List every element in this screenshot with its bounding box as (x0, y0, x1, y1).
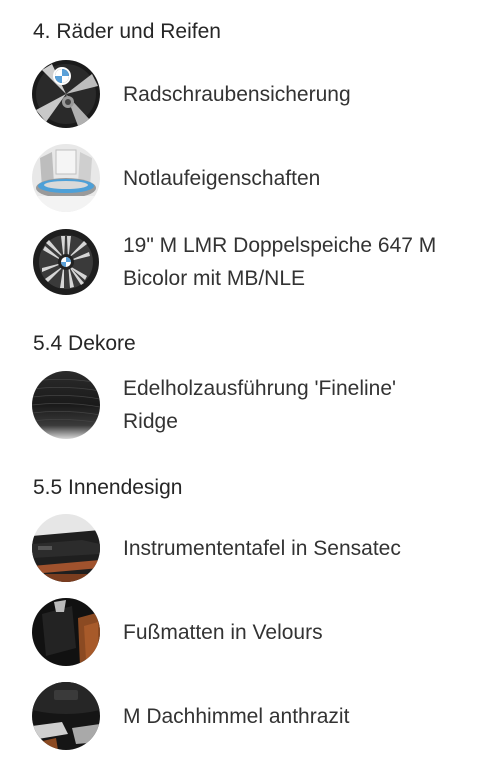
list-item-alloy-wheel: 19" M LMR Doppelspeiche 647 M Bicolor mi… (32, 228, 476, 296)
section-title-wheels: 4. Räder und Reifen (33, 20, 221, 43)
item-label: Notlaufeigenschaften (123, 166, 321, 190)
floor-mat-icon (32, 598, 100, 666)
item-label: 19" M LMR Doppelspeiche 647 M Bicolor mi… (123, 234, 437, 290)
wheel-lock-icon (32, 60, 100, 128)
list-item-headliner: M Dachhimmel anthrazit (32, 682, 476, 750)
item-label: M Dachhimmel anthrazit (123, 704, 350, 728)
list-item-wood-trim: Edelholzausführung 'Fineline' Ridge (32, 371, 476, 439)
item-label: Fußmatten in Velours (123, 620, 323, 644)
dashboard-icon (32, 514, 100, 582)
alloy-wheel-icon (32, 228, 100, 296)
wood-trim-icon (32, 371, 100, 439)
item-label: Radschraubensicherung (123, 82, 351, 106)
headliner-icon (32, 682, 100, 750)
list-item-floor-mats: Fußmatten in Velours (32, 598, 476, 666)
list-item-runflat: Notlaufeigenschaften (32, 144, 476, 212)
item-label: Edelholzausführung 'Fineline' Ridge (123, 377, 397, 433)
item-label: Instrumententafel in Sensatec (123, 536, 401, 560)
list-item-wheel-lock: Radschraubensicherung (32, 60, 476, 128)
list-item-dashboard: Instrumententafel in Sensatec (32, 514, 476, 582)
section-title-interior: 5.5 Innendesign (33, 476, 183, 499)
section-title-trim: 5.4 Dekore (33, 332, 136, 355)
runflat-tire-icon (32, 144, 100, 212)
